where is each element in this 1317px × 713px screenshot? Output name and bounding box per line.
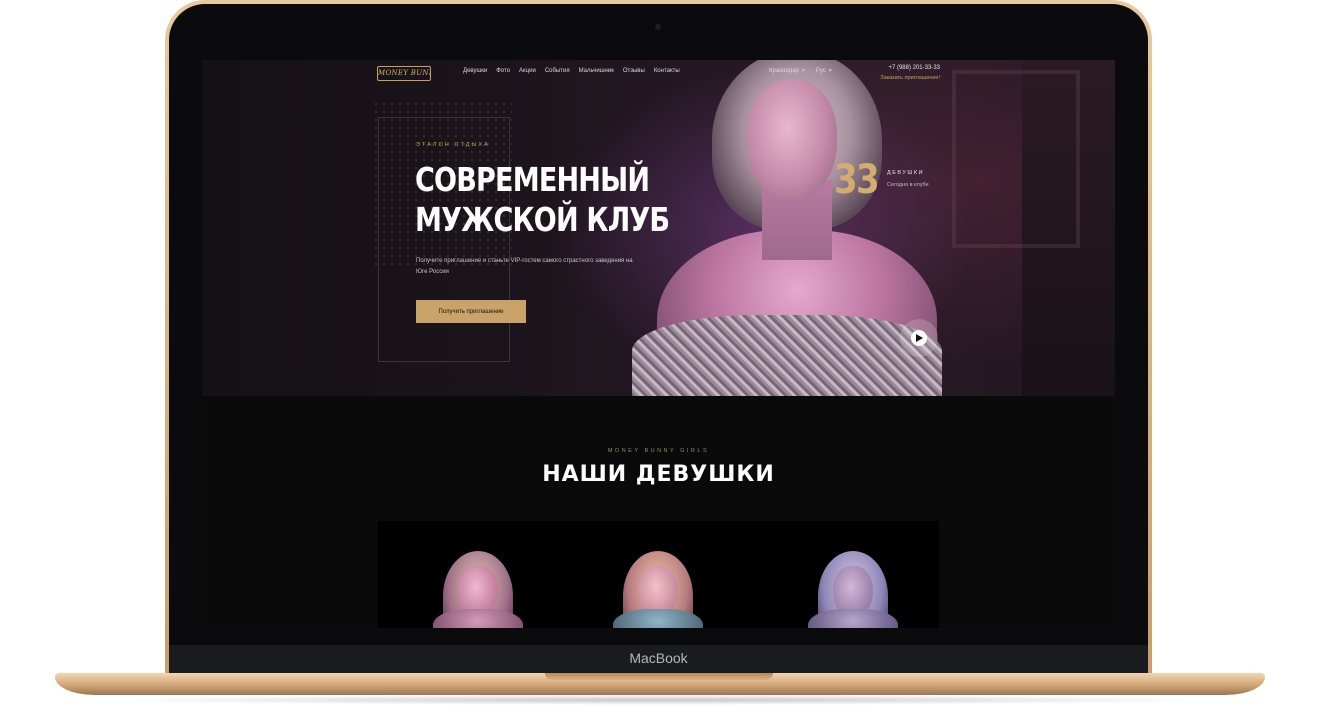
headline-line-2: МУЖСКОЙ КЛУБ: [415, 200, 670, 239]
nav-item-contacts[interactable]: Контакты: [654, 68, 680, 74]
nav-item-events[interactable]: События: [545, 68, 570, 74]
hero-description: Получите приглашение и станьте VIP-госте…: [416, 258, 633, 275]
camera-icon: [655, 24, 661, 30]
section-eyebrow: MONEY BUNNY GIRLS: [607, 448, 710, 454]
language-select-label: Рус: [815, 68, 826, 74]
girls-counter-value: 33: [834, 157, 880, 203]
decor-frame: [952, 70, 1080, 248]
girl-card[interactable]: [798, 551, 908, 628]
nav-item-bachelor[interactable]: Мальчишник: [579, 68, 614, 74]
girls-counter-sub: Сегодня в клубе: [887, 182, 929, 188]
invite-link[interactable]: Заказать приглашение!: [842, 75, 940, 81]
site-logo[interactable]: MONEY BUNNY: [377, 66, 431, 81]
city-select-label: Краснодар: [769, 68, 799, 74]
city-select[interactable]: Краснодар ▼: [769, 68, 806, 74]
phone-link[interactable]: +7 (988) 201-33-33: [862, 65, 940, 71]
girl-card[interactable]: [423, 551, 533, 628]
play-icon: [916, 334, 923, 342]
get-invitation-button[interactable]: Получить приглашение: [416, 300, 526, 323]
hero-headline: СОВРЕМЕННЫЙ МУЖСКОЙ КЛУБ: [415, 160, 670, 240]
section-title: НАШИ ДЕВУШКИ: [542, 462, 775, 487]
laptop-shadow: [90, 695, 1230, 705]
header-selectors: Краснодар ▼ Рус ▼: [769, 68, 833, 74]
nav-item-reviews[interactable]: Отзывы: [623, 68, 645, 74]
chevron-down-icon: ▼: [827, 68, 833, 74]
chevron-down-icon: ▼: [800, 68, 806, 74]
hero-photo: [632, 60, 942, 396]
play-video-button[interactable]: [911, 330, 927, 346]
girls-counter-label: ДЕВУШКИ: [887, 170, 925, 176]
hero-eyebrow: ЭТАЛОН ОТДЫХА: [416, 142, 490, 148]
nav-item-girls[interactable]: Девушки: [463, 68, 487, 74]
language-select[interactable]: Рус ▼: [816, 68, 833, 74]
website-screen: MONEY BUNNY Девушки Фото Акции События М…: [202, 60, 1115, 628]
nav-item-promos[interactable]: Акции: [519, 68, 536, 74]
girl-card[interactable]: [603, 551, 713, 628]
headline-line-1: СОВРЕМЕННЫЙ: [415, 160, 650, 199]
device-label: MacBook: [629, 650, 688, 666]
nav-item-photo[interactable]: Фото: [496, 68, 510, 74]
laptop-notch: [545, 673, 773, 680]
main-nav: Девушки Фото Акции События Мальчишник От…: [463, 68, 680, 74]
girls-gallery: [378, 521, 939, 628]
